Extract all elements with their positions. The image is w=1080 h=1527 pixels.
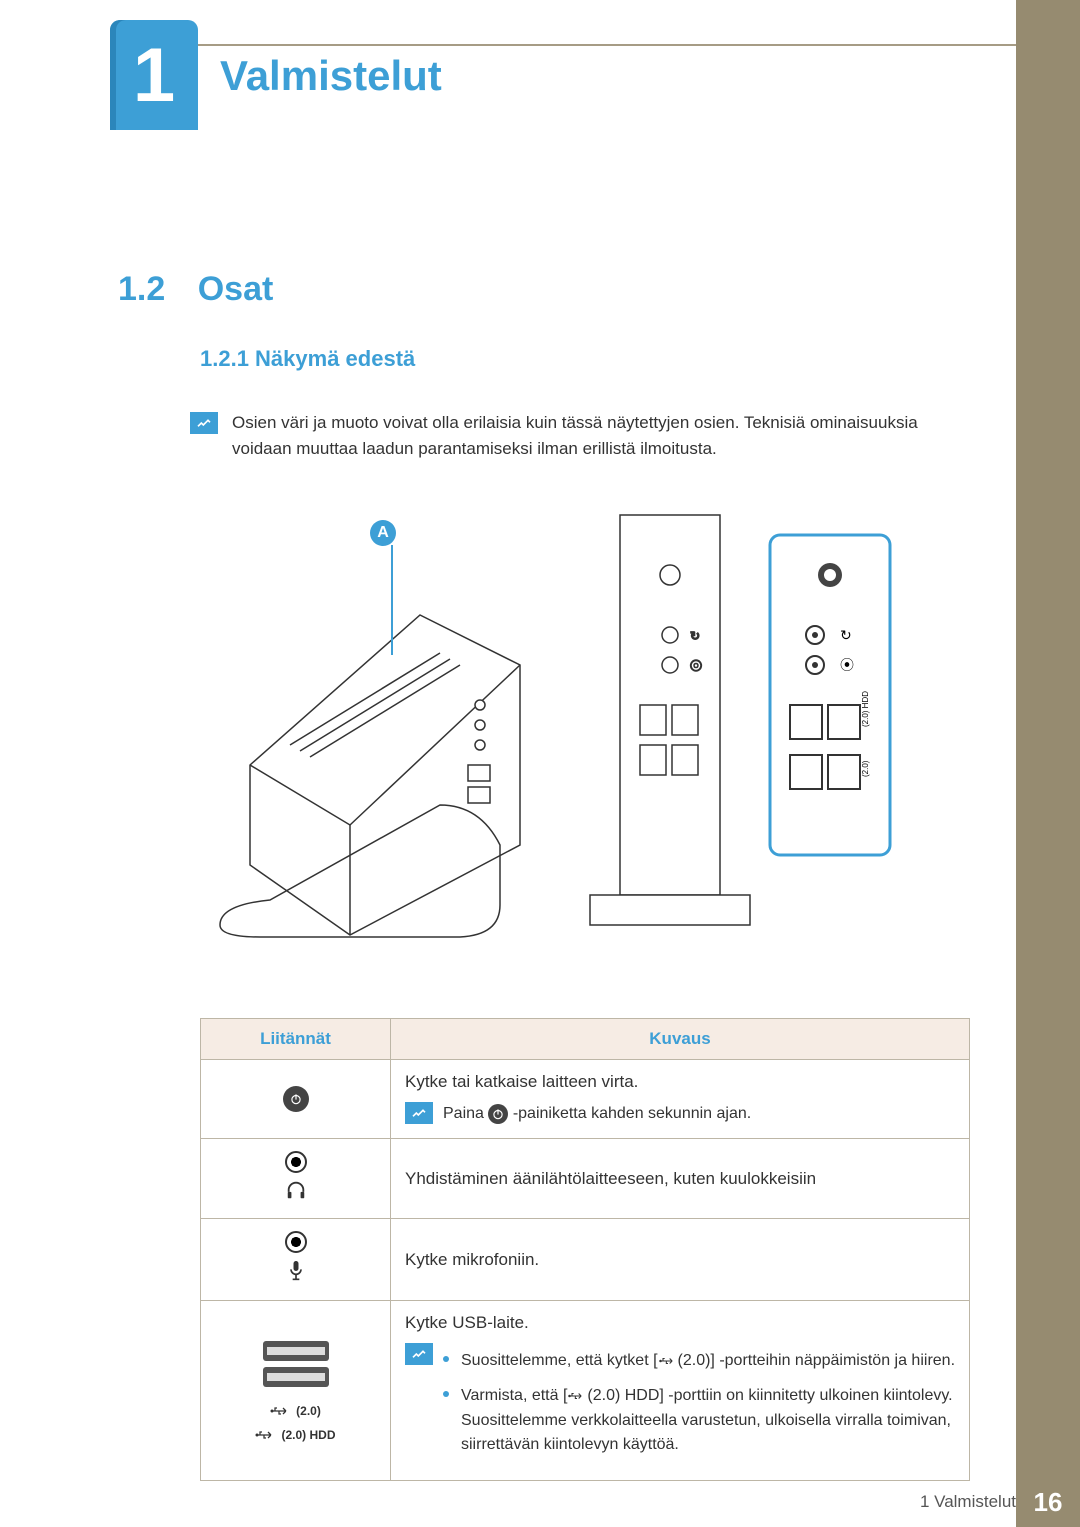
list-item: Varmista, että [(2.0) HDD] -porttiin on … — [443, 1384, 955, 1458]
note-icon — [405, 1102, 433, 1124]
table-row: Kytke mikrofoniin. — [201, 1219, 970, 1301]
chapter-tab: 1 — [110, 20, 198, 130]
table-row: (2.0) (2.0) HDD Kytke USB-laite. — [201, 1301, 970, 1481]
svg-text:⦿: ⦿ — [840, 657, 854, 673]
footer-page-number: 16 — [1016, 1477, 1080, 1527]
usb-label-b: (2.0) HDD — [255, 1428, 335, 1442]
row-note: Paina -painiketta kahden sekunnin ajan. — [443, 1102, 751, 1126]
headphone-icon — [285, 1179, 307, 1206]
audio-jack-icon — [285, 1231, 307, 1253]
section-title: Osat — [198, 270, 274, 308]
bullet-text: Varmista, että [ — [461, 1387, 567, 1404]
usb-label-a: (2.0) — [270, 1404, 321, 1418]
th-ports: Liitännät — [201, 1019, 391, 1060]
ports-table: Liitännät Kuvaus Kytke tai katkaise lait… — [200, 1018, 970, 1481]
bullet-text: (2.0)] -portteihin näppäimistön ja hiire… — [678, 1352, 955, 1369]
note-icon — [405, 1343, 433, 1365]
row-desc: Yhdistäminen äänilähtölaitteeseen, kuten… — [405, 1169, 955, 1189]
info-note: Osien väri ja muoto voivat olla erilaisi… — [190, 410, 970, 463]
front-view-illustration: ↻ ⦿ ↻ ⦿ (2.0) HDD (2.0) — [210, 505, 950, 945]
note-prefix: Paina — [443, 1105, 488, 1122]
row-desc: Kytke tai katkaise laitteen virta. — [405, 1072, 955, 1092]
svg-text:↻: ↻ — [690, 629, 700, 643]
usb-notes-list: Suosittelemme, että kytket [ (2.0)] -port… — [443, 1349, 955, 1468]
page-footer: 1 Valmistelut 16 — [0, 1477, 1016, 1527]
svg-text:⦿: ⦿ — [690, 659, 702, 673]
note-icon — [190, 412, 218, 434]
svg-text:↻: ↻ — [840, 627, 852, 643]
svg-text:(2.0) HDD: (2.0) HDD — [861, 691, 870, 727]
power-icon — [283, 1086, 309, 1112]
power-icon — [488, 1104, 508, 1124]
th-desc: Kuvaus — [391, 1019, 970, 1060]
note-text: Osien väri ja muoto voivat olla erilaisi… — [232, 410, 970, 463]
mic-icon — [286, 1259, 306, 1288]
footer-chapter: 1 Valmistelut — [920, 1492, 1016, 1512]
usb-label-text: (2.0) — [296, 1404, 321, 1418]
chapter-number: 1 — [133, 32, 175, 119]
row-desc: Kytke mikrofoniin. — [405, 1250, 955, 1270]
list-item: Suosittelemme, että kytket [ (2.0)] -port… — [443, 1349, 955, 1374]
bullet-text: Suosittelemme, että kytket [ — [461, 1352, 658, 1369]
section-heading: 1.2 Osat — [118, 270, 273, 309]
usb-ports-icon — [261, 1339, 331, 1394]
note-suffix: -painiketta kahden sekunnin ajan. — [513, 1105, 751, 1122]
chapter-title: Valmistelut — [220, 52, 442, 100]
audio-jack-icon — [285, 1151, 307, 1173]
row-desc: Kytke USB-laite. — [405, 1313, 955, 1333]
usb-label-text: (2.0) HDD — [281, 1428, 335, 1442]
table-row: Yhdistäminen äänilähtölaitteeseen, kuten… — [201, 1139, 970, 1219]
svg-text:(2.0): (2.0) — [861, 760, 870, 777]
table-row: Kytke tai katkaise laitteen virta. Paina… — [201, 1060, 970, 1139]
side-accent-bar — [1016, 0, 1080, 1527]
subsection-heading: 1.2.1 Näkymä edestä — [200, 346, 415, 372]
section-number: 1.2 — [118, 270, 165, 308]
header-rule — [110, 44, 1016, 46]
